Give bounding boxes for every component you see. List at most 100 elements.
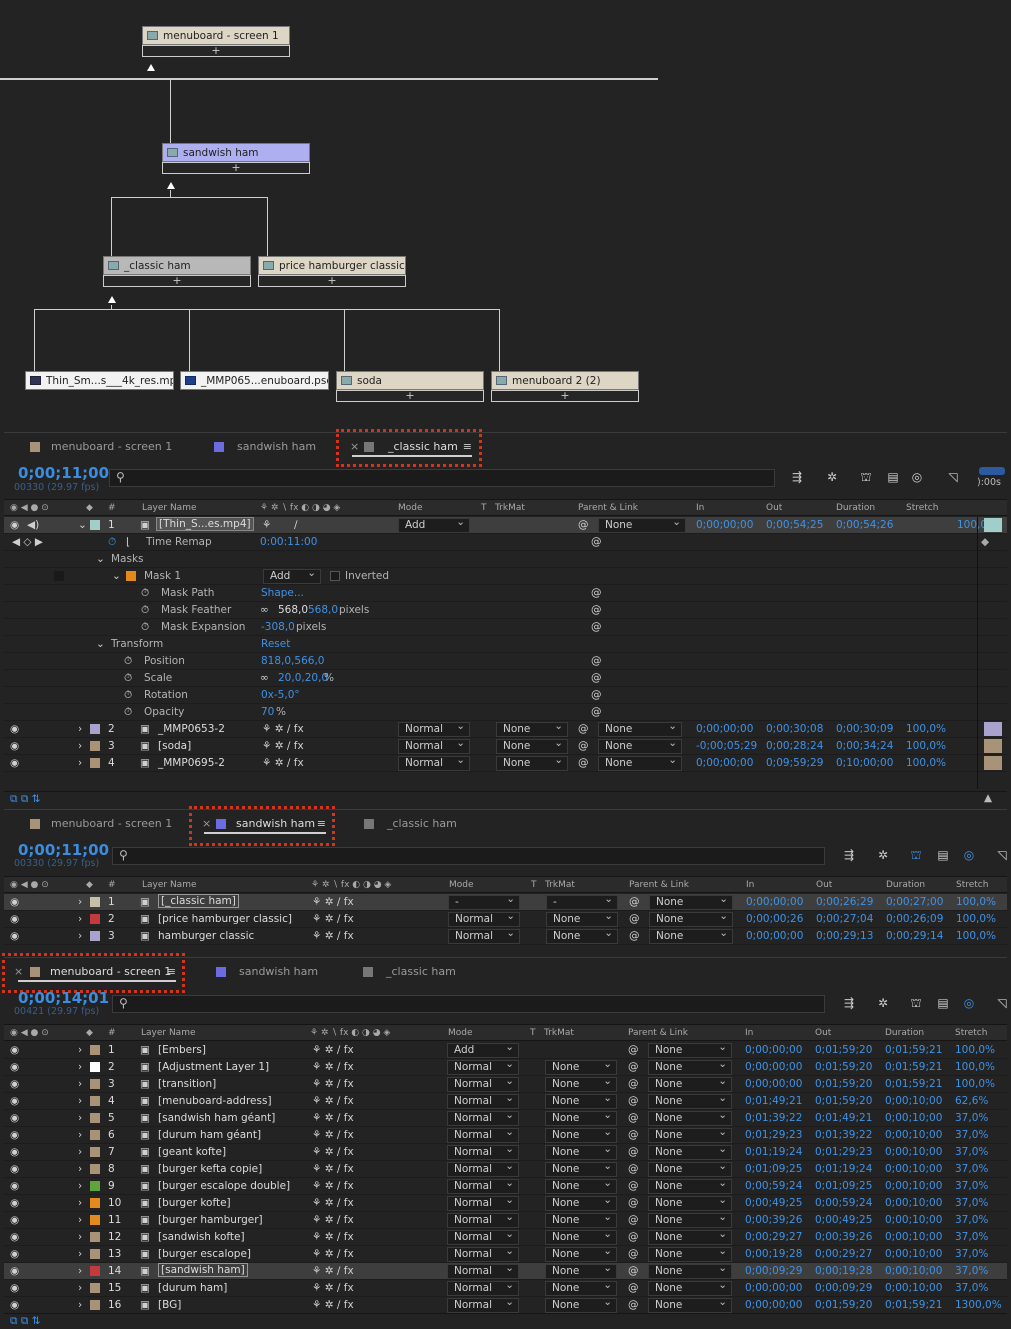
pick-whip-icon[interactable]: @ bbox=[591, 655, 602, 667]
property-row-mask-1[interactable]: ⌄ Mask 1 Add Inverted bbox=[4, 567, 1007, 585]
expand-node-button[interactable]: + bbox=[491, 390, 639, 402]
trkmat-select[interactable]: None bbox=[545, 1109, 617, 1126]
switches-icons[interactable]: ⚘ ✲ ∕ fx bbox=[312, 1282, 354, 1294]
in-point[interactable]: 0;00;09;29 bbox=[745, 1265, 802, 1277]
label-color-swatch[interactable] bbox=[90, 741, 100, 751]
parent-select[interactable]: None bbox=[648, 1126, 732, 1143]
duration-value[interactable]: 0;00;10;00 bbox=[885, 1231, 942, 1243]
flow-node[interactable]: _MMP065...enuboard.psd bbox=[180, 371, 329, 403]
property-row-mask-path[interactable]: ⏱ Mask Path Shape... @ bbox=[4, 585, 1007, 602]
layer-name[interactable]: hamburger classic bbox=[158, 930, 254, 942]
switches-icons[interactable]: ⚘ ✲ ∕ fx bbox=[312, 1146, 354, 1158]
motion-blur-icon[interactable]: ◎ bbox=[962, 997, 976, 1010]
stretch-value[interactable]: 37,0% bbox=[955, 1282, 988, 1294]
trkmat-select[interactable]: None bbox=[545, 1075, 617, 1092]
property-row-mask-feather[interactable]: ⏱ Mask Feather ∞ 568,0 568,0 pixels @ bbox=[4, 602, 1007, 619]
blend-mode-select[interactable]: Normal bbox=[447, 1092, 519, 1109]
eye-icon[interactable]: ◉ bbox=[10, 1231, 19, 1243]
duration-value[interactable]: 0;00;10;00 bbox=[885, 1197, 942, 1209]
eye-icon[interactable]: ◉ bbox=[10, 913, 19, 925]
layer-search-input[interactable]: ⚲ bbox=[109, 469, 775, 487]
frame-blending-icon[interactable]: ▤ bbox=[936, 997, 950, 1010]
layer-row[interactable]: ◉ › 14 ▣ [sandwish ham] ⚘ ✲ ∕ fx Normal None @ No… bbox=[4, 1262, 1007, 1280]
in-point[interactable]: 0;00;00;00 bbox=[746, 896, 803, 908]
chevron-right-icon[interactable]: › bbox=[78, 1265, 82, 1277]
stretch-value[interactable]: 37,0% bbox=[955, 1180, 988, 1192]
layer-name[interactable]: [Thin_S...es.mp4] bbox=[156, 517, 254, 531]
parent-select[interactable]: None bbox=[648, 1143, 732, 1160]
out-point[interactable]: 0;00;49;25 bbox=[815, 1214, 872, 1226]
stretch-value[interactable]: 100,0% bbox=[906, 740, 946, 752]
blend-mode-select[interactable]: Normal bbox=[448, 927, 520, 944]
expand-node-button[interactable]: + bbox=[336, 390, 484, 402]
eye-icon[interactable]: ◉ bbox=[10, 1299, 19, 1311]
stretch-value[interactable]: 37,0% bbox=[955, 1163, 988, 1175]
layer-name[interactable]: [transition] bbox=[158, 1078, 216, 1090]
duration-value[interactable]: 0;00;34;24 bbox=[836, 740, 893, 752]
trkmat-select[interactable]: None bbox=[545, 1160, 617, 1177]
parent-select[interactable]: None bbox=[648, 1211, 732, 1228]
header-duration[interactable]: Duration bbox=[836, 503, 875, 513]
duration-value[interactable]: 0;00;10;00 bbox=[885, 1146, 942, 1158]
switches-icons[interactable]: ⚘ ✲ ∕ fx bbox=[312, 1078, 354, 1090]
in-point[interactable]: 0;01;09;25 bbox=[745, 1163, 802, 1175]
stopwatch-icon[interactable]: ⏱ bbox=[124, 689, 132, 702]
flow-node[interactable]: price hamburger classic + bbox=[258, 256, 406, 288]
layer-row[interactable]: ◉›1▣[_classic ham]⚘ ✲ ∕ fx--@None0;00;00… bbox=[4, 893, 1007, 911]
in-point[interactable]: 0;00;00;00 bbox=[745, 1044, 802, 1056]
blend-mode-select[interactable]: - bbox=[448, 893, 520, 910]
chevron-right-icon[interactable]: › bbox=[78, 913, 82, 925]
trkmat-select[interactable]: None bbox=[496, 754, 568, 771]
blend-mode-select[interactable]: Normal bbox=[447, 1109, 519, 1126]
in-point[interactable]: 0;00;00;00 bbox=[745, 1299, 802, 1311]
layer-name[interactable]: [burger hamburger] bbox=[158, 1214, 263, 1226]
parent-select[interactable]: None bbox=[648, 1262, 732, 1279]
draft-3d-icon[interactable]: ✲ bbox=[876, 997, 890, 1010]
layer-row[interactable]: ◉ › 10 ▣ [burger kofte] ⚘ ✲ ∕ fx Normal None @ No… bbox=[4, 1194, 1007, 1212]
trkmat-select[interactable]: None bbox=[545, 1245, 617, 1262]
label-color-swatch[interactable] bbox=[90, 897, 100, 907]
switches-icons[interactable]: ⚘ ✲ ∕ fx bbox=[312, 930, 354, 942]
chevron-down-icon[interactable]: ⌄ bbox=[112, 570, 121, 582]
label-color-swatch[interactable] bbox=[90, 1062, 100, 1072]
stretch-value[interactable]: 37,0% bbox=[955, 1265, 988, 1277]
blend-mode-select[interactable]: Normal bbox=[447, 1228, 519, 1245]
parent-select[interactable]: None bbox=[649, 910, 733, 927]
tab-menuboard-screen-1[interactable]: menuboard - screen 1 bbox=[14, 810, 172, 838]
trkmat-select[interactable]: None bbox=[545, 1228, 617, 1245]
flow-node[interactable]: sandwish ham + bbox=[162, 143, 310, 175]
duration-value[interactable]: 0;00;10;00 bbox=[885, 1112, 942, 1124]
label-color-swatch[interactable] bbox=[90, 1079, 100, 1089]
trkmat-select[interactable]: None bbox=[545, 1092, 617, 1109]
blend-mode-select[interactable]: Normal bbox=[447, 1296, 519, 1313]
layer-name[interactable]: [sandwish ham] bbox=[158, 1263, 248, 1277]
tab-menuboard-screen-1[interactable]: menuboard - screen 1 bbox=[14, 433, 172, 461]
pick-whip-icon[interactable]: @ bbox=[629, 896, 640, 908]
layer-name[interactable]: [BG] bbox=[158, 1299, 181, 1311]
pick-whip-icon[interactable]: @ bbox=[591, 672, 602, 684]
chevron-right-icon[interactable]: › bbox=[78, 930, 82, 942]
pick-whip-icon[interactable]: @ bbox=[578, 740, 589, 752]
layer-name[interactable]: [burger kefta copie] bbox=[158, 1163, 262, 1175]
trkmat-select[interactable]: - bbox=[546, 893, 618, 910]
chevron-right-icon[interactable]: › bbox=[78, 1061, 82, 1073]
header-layer-name[interactable]: Layer Name bbox=[142, 880, 197, 890]
header-duration[interactable]: Duration bbox=[886, 880, 925, 890]
layer-duration-bar[interactable] bbox=[984, 722, 1002, 736]
trkmat-select[interactable]: None bbox=[496, 720, 568, 737]
duration-value[interactable]: 0;00;30;09 bbox=[836, 723, 893, 735]
in-point[interactable]: 0;00;00;00 bbox=[696, 723, 753, 735]
switches-icons[interactable]: ⚘ ✲ ∕ fx bbox=[312, 1180, 354, 1192]
tab-sandwish-ham[interactable]: sandwish ham bbox=[200, 433, 316, 461]
eye-icon[interactable]: ◉ bbox=[10, 757, 19, 769]
property-value[interactable]: 0:00:11:00 bbox=[260, 536, 317, 548]
switches-icons[interactable]: ⚘ ✲ ∕ fx bbox=[312, 1044, 354, 1056]
layer-name[interactable]: [durum ham] bbox=[158, 1282, 227, 1294]
label-color-swatch[interactable] bbox=[90, 1215, 100, 1225]
out-point[interactable]: 0;00;26;29 bbox=[816, 896, 873, 908]
in-point[interactable]: 0;00;19;28 bbox=[745, 1248, 802, 1260]
in-point[interactable]: 0;00;00;00 bbox=[696, 519, 753, 531]
trkmat-select[interactable]: None bbox=[496, 737, 568, 754]
property-value[interactable]: Shape... bbox=[261, 587, 304, 599]
in-point[interactable]: 0;00;29;27 bbox=[745, 1231, 802, 1243]
